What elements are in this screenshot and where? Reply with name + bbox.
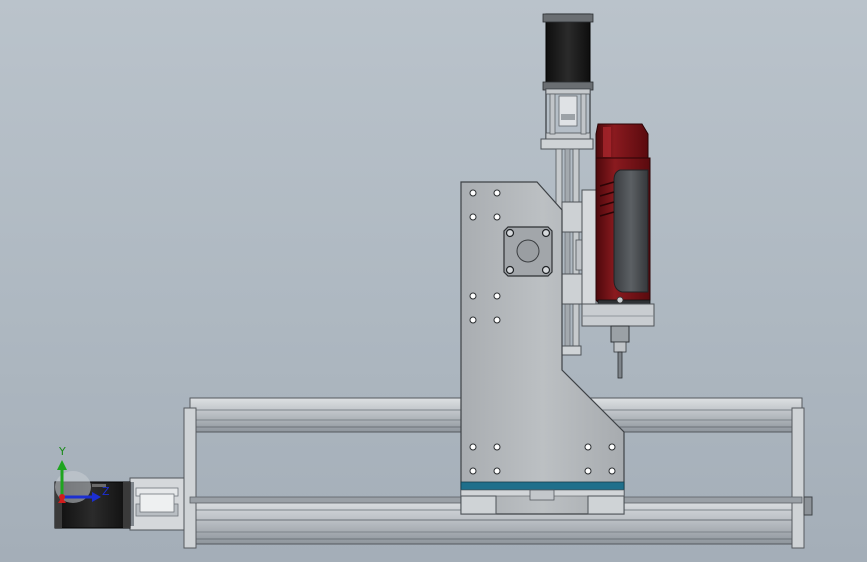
mount-hole <box>493 467 501 475</box>
mount-hole <box>469 189 477 197</box>
mount-hole <box>584 443 592 451</box>
mount-hole <box>493 316 501 324</box>
mount-hole <box>493 189 501 197</box>
right-end-plate <box>791 407 805 549</box>
z-bottom-block <box>560 345 582 356</box>
mount-hole <box>469 443 477 451</box>
gantry-foot-right <box>587 495 625 515</box>
screw-end-nut <box>803 496 813 516</box>
cad-viewport[interactable]: Y Z <box>0 0 867 562</box>
mount-hole <box>608 467 616 475</box>
triad-z-label: Z <box>102 485 110 498</box>
triad-y-label: Y <box>58 445 66 458</box>
mount-hole <box>493 213 501 221</box>
cnc-machine-drawing: Y Z <box>54 13 813 549</box>
mount-hole <box>469 292 477 300</box>
coordinate-triad-icon: Y Z <box>55 445 110 503</box>
z-top-block <box>540 138 594 150</box>
z-stepper-motor <box>545 13 591 91</box>
gantry-base-strip <box>460 481 625 491</box>
mount-hole <box>493 443 501 451</box>
collet-nut <box>610 325 630 343</box>
y-stepper-face <box>503 226 553 277</box>
mount-hole <box>493 292 501 300</box>
gantry-foot-left <box>460 495 497 515</box>
cutting-bit <box>617 351 623 379</box>
mount-hole <box>469 213 477 221</box>
spindle-grip <box>613 169 649 293</box>
z-coupler <box>558 95 578 127</box>
mount-hole <box>608 443 616 451</box>
z-carriage-upper <box>561 201 585 233</box>
left-end-plate <box>183 407 197 549</box>
z-lead-screw <box>564 148 571 355</box>
spindle-mount-bracket <box>581 303 655 327</box>
mount-hole <box>469 316 477 324</box>
mount-hole <box>584 467 592 475</box>
mount-hole <box>469 467 477 475</box>
z-carriage-lower <box>561 273 585 305</box>
